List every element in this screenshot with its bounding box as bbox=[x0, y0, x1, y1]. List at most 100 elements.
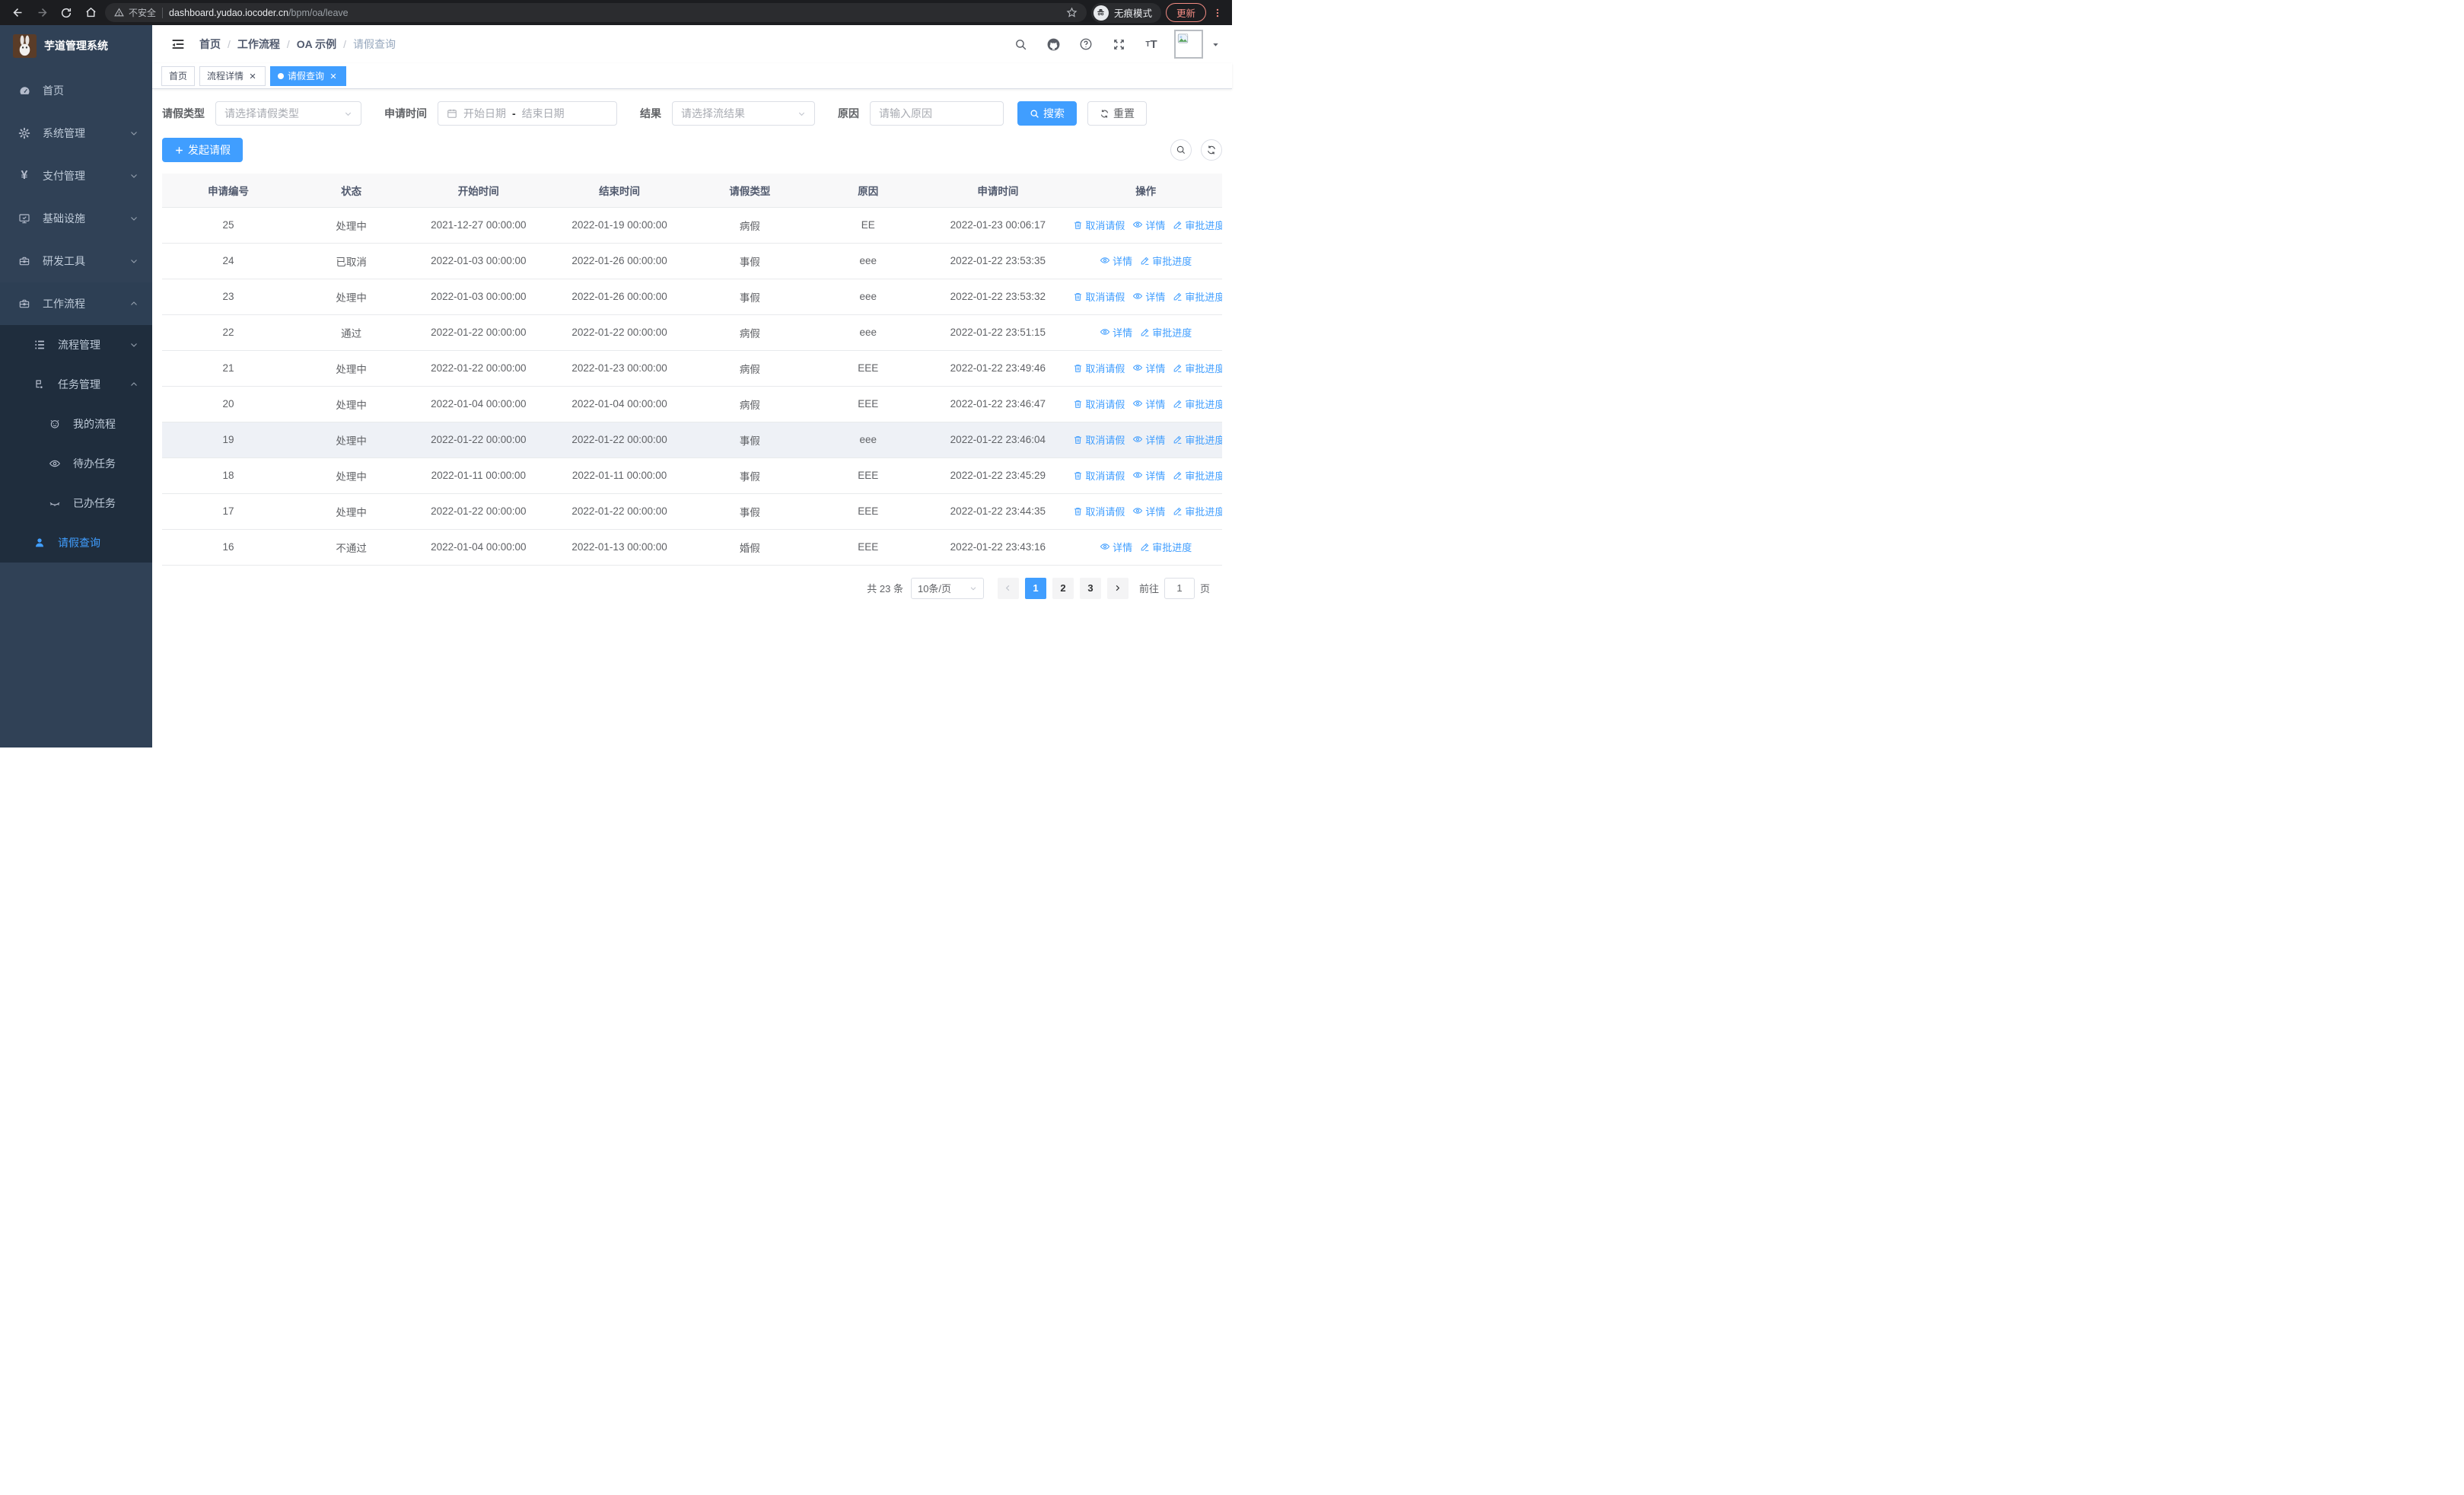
progress-action-link[interactable]: 审批进度 bbox=[1140, 325, 1192, 339]
bookmark-star-icon[interactable] bbox=[1066, 7, 1078, 18]
table-row: 25 处理中 2021-12-27 00:00:00 2022-01-19 00:00… bbox=[162, 207, 1222, 244]
cancel-action-link[interactable]: 取消请假 bbox=[1073, 468, 1125, 483]
page-size-select[interactable]: 10条/页 bbox=[910, 577, 984, 599]
progress-action-link[interactable]: 审批进度 bbox=[1173, 218, 1222, 232]
breadcrumb-item-首页[interactable]: 首页 bbox=[199, 37, 221, 52]
github-icon[interactable] bbox=[1043, 34, 1063, 54]
detail-action-link[interactable]: 详情 bbox=[1132, 432, 1165, 447]
detail-action-link[interactable]: 详情 bbox=[1132, 397, 1165, 411]
cell-status: 处理中 bbox=[294, 207, 409, 244]
reason-input[interactable]: 请输入原因 bbox=[870, 101, 1004, 126]
cancel-action-link[interactable]: 取消请假 bbox=[1073, 397, 1125, 411]
browser-home-icon[interactable] bbox=[81, 3, 100, 23]
result-label: 结果 bbox=[640, 107, 661, 120]
cancel-action-link[interactable]: 取消请假 bbox=[1073, 218, 1125, 232]
cell-applied: 2022-01-22 23:53:32 bbox=[926, 279, 1070, 315]
sidebar-item-流程管理[interactable]: 流程管理 bbox=[0, 325, 152, 365]
font-size-icon[interactable]: TT bbox=[1141, 34, 1161, 54]
fullscreen-icon[interactable] bbox=[1109, 34, 1129, 54]
cell-end: 2022-01-22 00:00:00 bbox=[549, 493, 690, 530]
browser-forward-icon[interactable] bbox=[32, 3, 52, 23]
progress-action-link[interactable]: 审批进度 bbox=[1173, 504, 1222, 518]
tab-首页[interactable]: 首页 bbox=[161, 65, 196, 86]
action-label: 审批进度 bbox=[1152, 542, 1192, 554]
sidebar-item-请假查询[interactable]: 请假查询 bbox=[0, 523, 152, 563]
leave-type-select[interactable]: 请选择请假类型 bbox=[215, 101, 361, 126]
progress-action-link[interactable]: 审批进度 bbox=[1173, 289, 1222, 304]
sidebar-item-基础设施[interactable]: 基础设施 bbox=[0, 197, 152, 240]
cancel-action-link[interactable]: 取消请假 bbox=[1073, 361, 1125, 375]
detail-action-link[interactable]: 详情 bbox=[1100, 540, 1132, 554]
cell-start: 2022-01-22 00:00:00 bbox=[408, 350, 549, 387]
browser-back-icon[interactable] bbox=[8, 3, 27, 23]
sidebar-item-我的流程[interactable]: 我的流程 bbox=[0, 404, 152, 444]
search-button[interactable]: 搜索 bbox=[1017, 101, 1077, 126]
page-button-1[interactable]: 1 bbox=[1024, 577, 1046, 599]
sidebar-item-支付管理[interactable]: ¥ 支付管理 bbox=[0, 155, 152, 197]
page-button-3[interactable]: 3 bbox=[1079, 577, 1101, 599]
search-icon[interactable] bbox=[1011, 34, 1030, 54]
url-text[interactable]: dashboard.yudao.iocoder.cn/bpm/oa/leave bbox=[169, 8, 1060, 18]
sidebar-item-任务管理[interactable]: 任务管理 bbox=[0, 365, 152, 404]
detail-action-link[interactable]: 详情 bbox=[1100, 325, 1132, 339]
table-row: 16 不通过 2022-01-04 00:00:00 2022-01-13 00:00… bbox=[162, 529, 1222, 566]
page-button-2[interactable]: 2 bbox=[1052, 577, 1074, 599]
action-label: 详情 bbox=[1145, 219, 1166, 231]
progress-action-link[interactable]: 审批进度 bbox=[1173, 361, 1222, 375]
toggle-search-button[interactable] bbox=[1170, 139, 1192, 161]
progress-action-link[interactable]: 审批进度 bbox=[1173, 468, 1222, 483]
browser-menu-icon[interactable] bbox=[1211, 7, 1224, 19]
detail-action-link[interactable]: 详情 bbox=[1132, 289, 1165, 304]
sidebar-item-首页[interactable]: 首页 bbox=[0, 69, 152, 112]
avatar[interactable] bbox=[1174, 30, 1203, 59]
edit-icon bbox=[1140, 327, 1150, 337]
eye-closed-icon bbox=[46, 497, 64, 509]
reset-button[interactable]: 重置 bbox=[1087, 101, 1147, 126]
sidebar-item-已办任务[interactable]: 已办任务 bbox=[0, 483, 152, 523]
progress-action-link[interactable]: 审批进度 bbox=[1140, 253, 1192, 268]
detail-action-link[interactable]: 详情 bbox=[1132, 504, 1165, 518]
close-icon[interactable] bbox=[328, 71, 339, 81]
detail-action-link[interactable]: 详情 bbox=[1100, 253, 1132, 268]
detail-action-link[interactable]: 详情 bbox=[1132, 361, 1165, 375]
progress-action-link[interactable]: 审批进度 bbox=[1140, 540, 1192, 554]
column-header-操作: 操作 bbox=[1069, 174, 1222, 208]
tab-流程详情[interactable]: 流程详情 bbox=[199, 65, 266, 86]
browser-update-button[interactable]: 更新 bbox=[1165, 3, 1206, 22]
result-select[interactable]: 请选择流结果 bbox=[672, 101, 815, 126]
jump-page-input[interactable]: 1 bbox=[1164, 577, 1195, 599]
tab-请假查询[interactable]: 请假查询 bbox=[270, 65, 347, 86]
sidebar-item-工作流程[interactable]: 工作流程 bbox=[0, 282, 152, 325]
browser-toolbar: 不安全 dashboard.yudao.iocoder.cn/bpm/oa/le… bbox=[0, 0, 1232, 25]
cell-status: 已取消 bbox=[294, 243, 409, 279]
address-bar[interactable]: 不安全 dashboard.yudao.iocoder.cn/bpm/oa/le… bbox=[105, 3, 1087, 22]
app-logo-row[interactable]: 芋道管理系统 bbox=[0, 25, 152, 66]
cancel-action-link[interactable]: 取消请假 bbox=[1073, 504, 1125, 518]
sidebar-collapse-icon[interactable] bbox=[164, 30, 192, 58]
breadcrumb-separator: / bbox=[286, 38, 290, 50]
detail-action-link[interactable]: 详情 bbox=[1132, 468, 1165, 483]
security-warning[interactable]: 不安全 bbox=[114, 6, 156, 19]
detail-action-link[interactable]: 详情 bbox=[1132, 218, 1165, 232]
apply-time-range-input[interactable]: 开始日期 - 结束日期 bbox=[438, 101, 617, 126]
sidebar-item-系统管理[interactable]: 系统管理 bbox=[0, 112, 152, 155]
pagination: 共 23 条 10条/页 123 前往 1 页 bbox=[162, 577, 1222, 599]
sidebar-item-待办任务[interactable]: 待办任务 bbox=[0, 444, 152, 483]
help-icon[interactable] bbox=[1076, 34, 1096, 54]
refresh-table-button[interactable] bbox=[1201, 139, 1222, 161]
next-page-button[interactable] bbox=[1106, 577, 1129, 599]
breadcrumb-item-工作流程[interactable]: 工作流程 bbox=[237, 37, 280, 52]
breadcrumb-item-OA 示例[interactable]: OA 示例 bbox=[297, 37, 336, 52]
close-icon[interactable] bbox=[247, 71, 258, 81]
cancel-action-link[interactable]: 取消请假 bbox=[1073, 432, 1125, 447]
cancel-action-link[interactable]: 取消请假 bbox=[1073, 289, 1125, 304]
sidebar-item-研发工具[interactable]: 研发工具 bbox=[0, 240, 152, 282]
avatar-caret-icon[interactable] bbox=[1211, 40, 1220, 49]
create-leave-button[interactable]: 发起请假 bbox=[162, 138, 243, 162]
progress-action-link[interactable]: 审批进度 bbox=[1173, 432, 1222, 447]
cell-applied: 2022-01-22 23:45:29 bbox=[926, 457, 1070, 494]
cell-type: 事假 bbox=[689, 243, 810, 279]
progress-action-link[interactable]: 审批进度 bbox=[1173, 397, 1222, 411]
browser-reload-icon[interactable] bbox=[56, 3, 76, 23]
prev-page-button[interactable] bbox=[997, 577, 1019, 599]
